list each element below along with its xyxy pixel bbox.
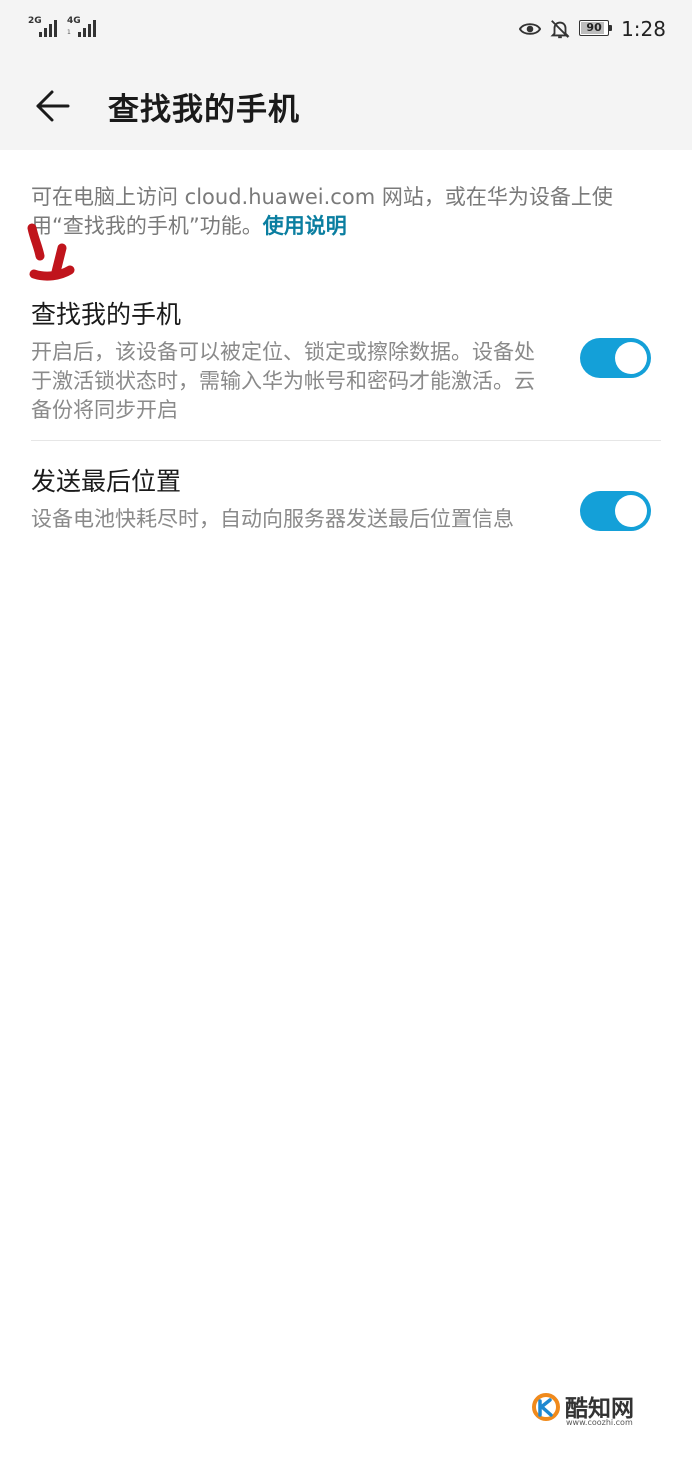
- signal-2g-icon: 2G: [28, 16, 64, 40]
- usage-instructions-link[interactable]: 使用说明: [263, 214, 347, 238]
- coozhi-logo-icon: [532, 1393, 560, 1421]
- signal-4g-icon: 4G 1: [67, 16, 103, 40]
- clock: 1:28: [621, 17, 666, 41]
- title-bar: 查找我的手机: [0, 58, 692, 150]
- setting-send-last-location-description: 设备电池快耗尽时，自动向服务器发送最后位置信息: [31, 507, 514, 531]
- status-bar: 2G 4G 1 90 1:28: [0, 0, 692, 58]
- intro-text: 可在电脑上访问 cloud.huawei.com 网站，或在华为设备上使用“查找…: [31, 183, 661, 241]
- setting-find-my-phone-title: 查找我的手机: [31, 300, 182, 329]
- toggle-knob: [615, 495, 647, 527]
- setting-send-last-location-title: 发送最后位置: [31, 467, 182, 496]
- battery-icon: 90: [579, 20, 613, 38]
- watermark: 酷知网 www.coozhi.com: [530, 1389, 660, 1431]
- send-last-location-toggle[interactable]: [580, 491, 651, 531]
- bell-muted-icon: [550, 20, 570, 39]
- annotation-mark-icon: [27, 223, 75, 281]
- watermark-url: www.coozhi.com: [566, 1418, 633, 1427]
- status-right: 90 1:28: [519, 14, 666, 44]
- find-my-phone-toggle[interactable]: [580, 338, 651, 378]
- divider: [31, 440, 661, 441]
- setting-find-my-phone-description: 开启后，该设备可以被定位、锁定或擦除数据。设备处于激活锁状态时，需输入华为帐号和…: [31, 340, 535, 422]
- page-title: 查找我的手机: [108, 92, 300, 128]
- arrow-left-icon[interactable]: [30, 84, 74, 128]
- signal-4g-sub-label: 1: [67, 29, 71, 36]
- eye-icon: [519, 23, 542, 35]
- battery-level: 90: [586, 21, 602, 34]
- toggle-knob: [615, 342, 647, 374]
